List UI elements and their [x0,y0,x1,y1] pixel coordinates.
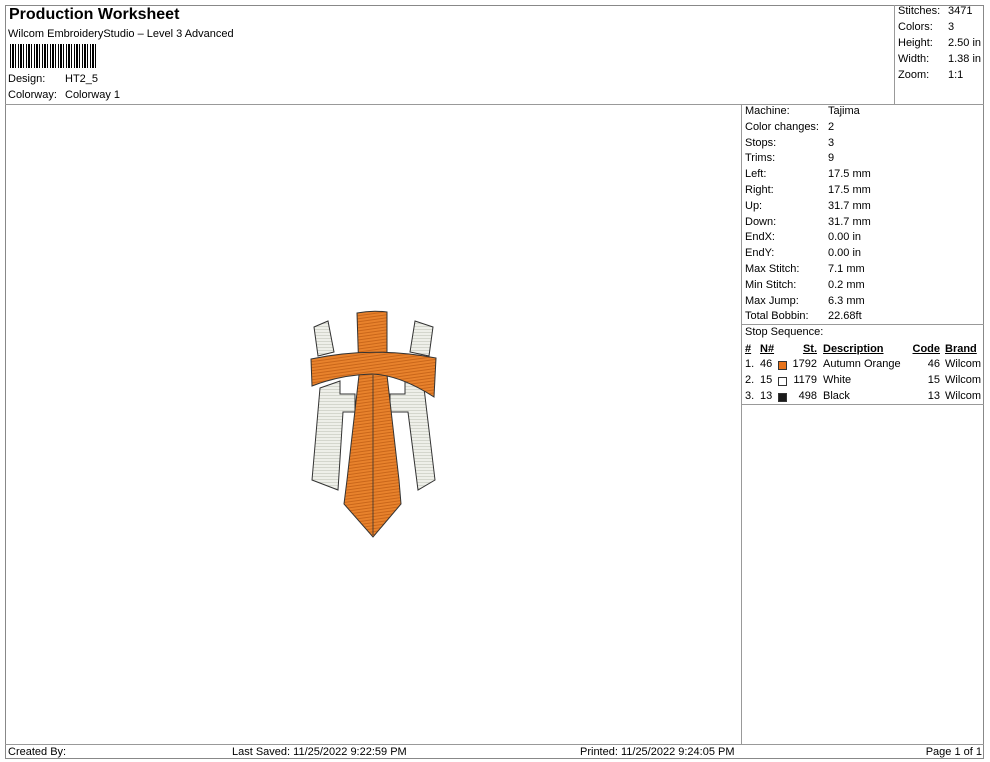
white-top-right [409,320,434,357]
printed-date: Printed: 11/25/2022 9:24:05 PM [580,746,735,758]
last-saved: Last Saved: 11/25/2022 9:22:59 PM [232,746,407,758]
created-by: Created By: [8,746,67,758]
white-top-left [313,320,335,357]
page-number: Page 1 of 1 [925,746,982,758]
embroidery-design-preview [310,310,437,538]
